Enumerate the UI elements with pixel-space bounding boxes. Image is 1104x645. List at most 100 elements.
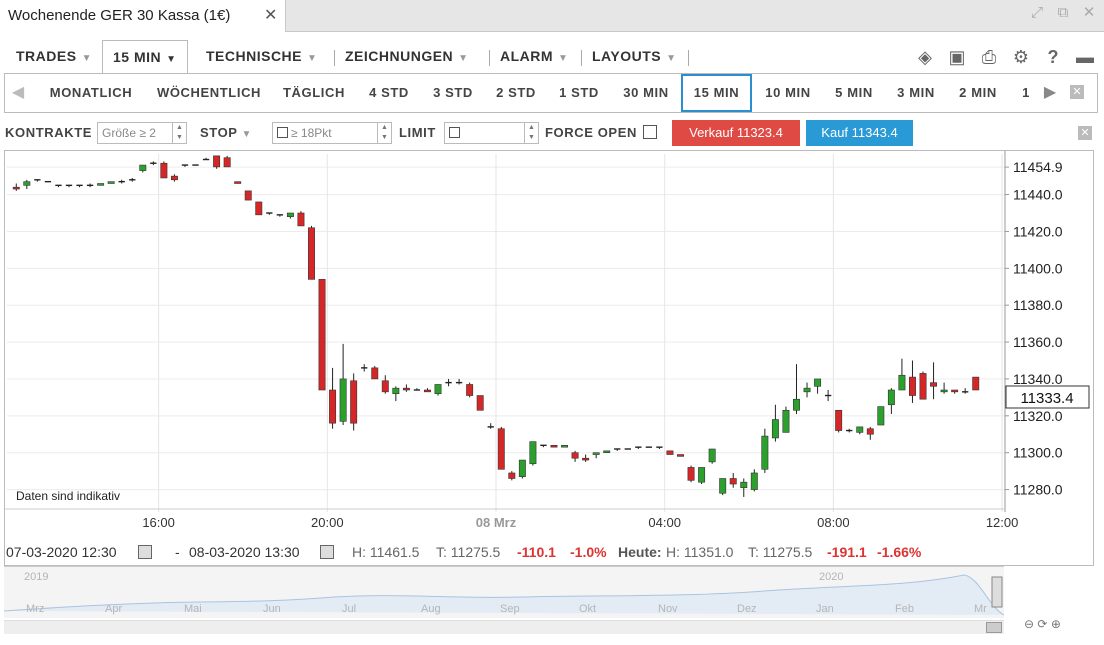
candle[interactable] [266,212,273,215]
candle[interactable] [656,446,663,449]
candle[interactable] [23,179,31,190]
buy-button[interactable]: Kauf 11343.4 [806,120,913,146]
candle[interactable] [455,378,463,385]
candle[interactable] [466,382,474,398]
help-icon[interactable]: ? [1042,46,1064,68]
candle[interactable] [835,409,843,433]
popout-icon[interactable]: ⧉ [1054,4,1072,22]
candle[interactable] [571,450,579,462]
menu-technische[interactable]: TECHNISCHE ▼ [206,40,317,74]
candle[interactable] [160,161,168,179]
candle[interactable] [898,358,906,391]
candle[interactable] [329,367,337,429]
candle[interactable] [508,471,516,481]
candle[interactable] [962,388,969,394]
spinner-arrows-icon[interactable]: ▲ ▼ [172,123,186,143]
candle[interactable] [170,174,178,182]
candle[interactable] [276,214,284,217]
gear-icon[interactable]: ⚙ [1010,46,1032,68]
candle[interactable] [909,360,916,403]
candle[interactable] [97,183,105,186]
scroll-thumb[interactable] [986,622,1002,633]
candle[interactable] [361,364,368,372]
candle[interactable] [687,465,695,483]
sell-button[interactable]: Verkauf 11323.4 [672,120,800,146]
candle[interactable] [286,212,294,219]
candle[interactable] [445,378,452,387]
chart-area[interactable]: 11280.0 11300.0 11320.0 11340.0 11360.0 11380… [4,150,1094,566]
candle[interactable] [540,444,547,448]
timeframe-3min[interactable]: 3 MIN [889,74,943,112]
candle[interactable] [561,445,568,448]
candle[interactable] [150,161,157,166]
timeframe-1[interactable]: 1 [1015,74,1037,112]
menu-trades[interactable]: TRADES ▼ [16,40,92,74]
candle[interactable] [518,459,526,479]
window-tab[interactable]: Wochenende GER 30 Kassa (1€) ✕ [0,0,286,32]
candle[interactable] [318,279,326,391]
print-icon[interactable]: ⎙ [978,46,1000,68]
candle[interactable] [951,389,959,394]
timeframe-4std[interactable]: 4 STD [361,74,417,112]
candle[interactable] [308,225,315,280]
candle[interactable] [729,472,737,488]
stop-checkbox[interactable] [277,127,288,138]
candle[interactable] [129,177,136,182]
candle[interactable] [814,378,822,394]
image-icon[interactable]: ▣ [946,46,968,68]
candle[interactable] [887,388,895,414]
candle[interactable] [213,155,221,169]
timeframe-1std[interactable]: 1 STD [551,74,607,112]
timeframe-5min[interactable]: 5 MIN [827,74,881,112]
timeframe-woechentlich[interactable]: WÖCHENTLICH [150,74,268,112]
timeframe-monatlich[interactable]: MONATLICH [43,74,139,112]
timeframe-2min[interactable]: 2 MIN [950,74,1006,112]
calendar-icon[interactable] [138,545,152,559]
calendar-icon[interactable] [320,545,334,559]
menu-layouts[interactable]: LAYOUTS ▼ [592,40,677,74]
candle[interactable] [34,179,41,182]
close-window-icon[interactable]: ✕ [1080,4,1098,22]
candle[interactable] [614,448,621,451]
candle[interactable] [824,390,832,402]
candle[interactable] [940,382,948,394]
candle[interactable] [582,454,590,462]
stop-input[interactable]: ≥ 18Pkt ▲ ▼ [272,122,392,144]
candle[interactable] [698,467,706,485]
candle[interactable] [76,184,83,188]
candle[interactable] [86,183,94,188]
candle[interactable] [413,388,421,391]
candle[interactable] [803,382,811,398]
menu-zeichnungen[interactable]: ZEICHNUNGEN ▼ [345,40,469,74]
candle[interactable] [487,423,494,429]
candle[interactable] [202,157,210,161]
candle[interactable] [223,155,231,168]
candle[interactable] [866,426,874,440]
scroll-left-icon[interactable]: ◀ [11,82,25,104]
candle[interactable] [434,384,442,396]
candle[interactable] [139,164,147,173]
candle[interactable] [476,395,484,411]
candle[interactable] [677,454,684,457]
candle[interactable] [350,373,358,431]
tab-close-icon[interactable]: ✕ [264,0,277,32]
candle[interactable] [12,183,20,191]
candle[interactable] [65,184,73,188]
candle[interactable] [402,384,410,392]
navigator-handle[interactable] [991,576,1003,608]
menu-alarm[interactable]: ALARM ▼ [500,40,568,74]
close-order-icon[interactable]: ✕ [1078,126,1092,140]
candle[interactable] [719,478,727,496]
candle[interactable] [761,428,769,473]
timeframe-taeglich[interactable]: TÄGLICH [279,74,349,112]
chat-icon[interactable]: ▬ [1074,46,1096,68]
candle[interactable] [550,445,558,448]
candle[interactable] [497,426,505,470]
spinner-arrows-icon[interactable]: ▲ ▼ [377,123,391,143]
candle[interactable] [972,376,980,391]
navigator-scrollbar[interactable] [4,620,1004,634]
zoom-in-icon[interactable]: ⊕ [1051,617,1061,631]
force-open-checkbox[interactable] [643,125,657,139]
candle[interactable] [107,181,115,184]
stop-label[interactable]: STOP ▼ [200,125,252,140]
